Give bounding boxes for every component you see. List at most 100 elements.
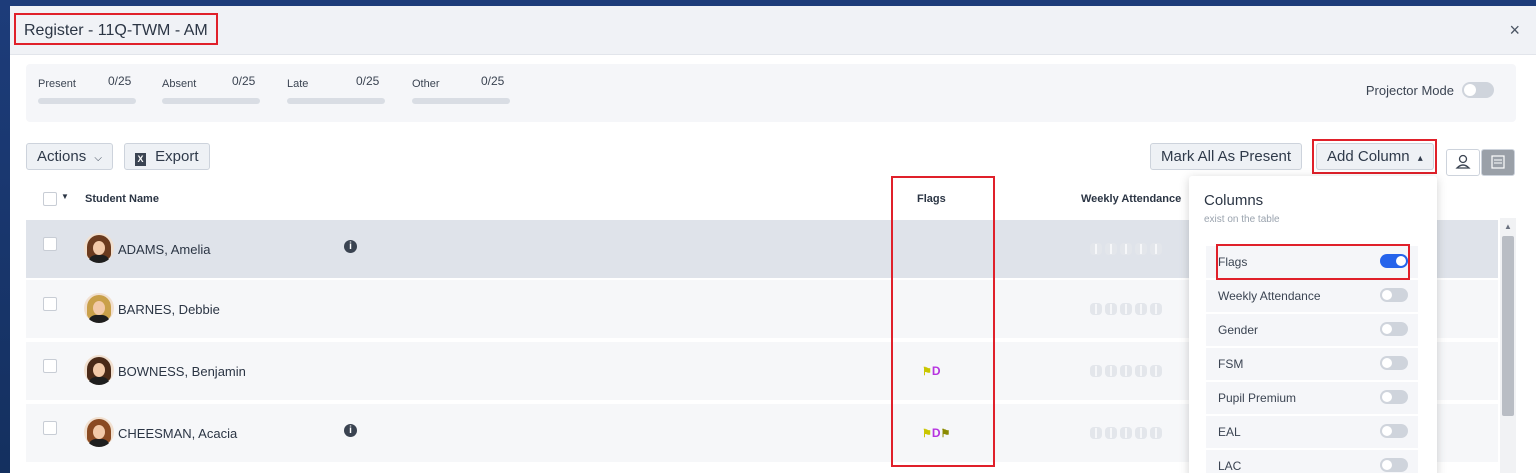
stat-value: 0/25	[356, 74, 380, 88]
background-frame: Register - 11Q-TWM - AM × Present 0/25 A…	[0, 0, 1536, 473]
attendance-session-mark	[1105, 365, 1117, 377]
column-toggle[interactable]	[1380, 458, 1408, 472]
column-option-label: FSM	[1218, 357, 1244, 371]
add-column-button[interactable]: Add Column ▴	[1316, 143, 1434, 170]
stat-label: Late	[287, 78, 309, 90]
attendance-session-mark	[1135, 427, 1147, 439]
column-option-label: EAL	[1218, 425, 1241, 439]
weekly-attendance-cell	[1090, 243, 1162, 255]
stat-progress-bar	[412, 98, 510, 104]
column-option[interactable]: Pupil Premium	[1206, 382, 1418, 416]
row-checkbox[interactable]	[43, 421, 57, 435]
attendance-session-mark	[1105, 427, 1117, 439]
column-toggle[interactable]	[1380, 390, 1408, 404]
projector-mode: Projector Mode	[1366, 82, 1494, 98]
column-toggle[interactable]	[1380, 288, 1408, 302]
close-icon[interactable]: ×	[1509, 20, 1520, 41]
export-button[interactable]: X Export	[124, 143, 210, 170]
column-toggle[interactable]	[1380, 322, 1408, 336]
stat-progress-bar	[287, 98, 385, 104]
attendance-session-mark	[1120, 365, 1132, 377]
info-icon[interactable]: i	[344, 424, 357, 437]
modal-title: Register - 11Q-TWM - AM	[14, 13, 218, 45]
chevron-down-icon: ⌵	[94, 153, 102, 164]
excel-icon: X	[135, 153, 146, 166]
row-checkbox[interactable]	[43, 359, 57, 373]
attendance-session-mark	[1090, 303, 1102, 315]
avatar-body	[88, 255, 110, 263]
attendance-session-mark	[1150, 427, 1162, 439]
scroll-up-icon[interactable]: ▲	[1504, 222, 1512, 231]
stat-value: 0/25	[481, 74, 505, 88]
columns-title: Columns	[1204, 192, 1264, 209]
column-option[interactable]: FSM	[1206, 348, 1418, 382]
avatar-face	[93, 241, 105, 255]
column-option-label: Gender	[1218, 323, 1259, 337]
column-toggle[interactable]	[1380, 356, 1408, 370]
attendance-session-mark	[1090, 427, 1102, 439]
stat-value: 0/25	[232, 74, 256, 88]
attendance-session-mark	[1090, 365, 1102, 377]
info-icon[interactable]: i	[344, 240, 357, 253]
column-option-label: Weekly Attendance	[1218, 289, 1321, 303]
attendance-session-mark	[1120, 427, 1132, 439]
flag-icon: ⚑	[940, 428, 951, 440]
column-option-label: LAC	[1218, 459, 1242, 473]
add-column-label: Add Column	[1327, 148, 1410, 165]
column-toggle[interactable]	[1380, 424, 1408, 438]
column-option-label: Flags	[1218, 255, 1248, 269]
attendance-session-mark	[1135, 243, 1147, 255]
mark-all-present-button[interactable]: Mark All As Present	[1150, 143, 1303, 170]
list-view-button[interactable]	[1481, 149, 1515, 176]
actions-label: Actions	[37, 148, 87, 165]
header-student-name[interactable]: Student Name	[85, 193, 159, 205]
column-option[interactable]: EAL	[1206, 416, 1418, 450]
projector-mode-toggle[interactable]	[1462, 82, 1494, 98]
avatar-body	[88, 315, 110, 323]
column-option[interactable]: LAC	[1206, 450, 1418, 473]
student-name[interactable]: CHEESMAN, Acacia	[118, 426, 237, 441]
actions-button[interactable]: Actions ⌵	[26, 143, 113, 170]
attendance-session-mark	[1120, 303, 1132, 315]
column-option[interactable]: Flags	[1206, 246, 1418, 280]
column-option[interactable]: Weekly Attendance	[1206, 280, 1418, 314]
columns-subtitle: exist on the table	[1204, 214, 1280, 225]
header-flags[interactable]: Flags	[917, 193, 946, 205]
scrollbar-thumb[interactable]	[1502, 236, 1514, 416]
attendance-session-mark	[1135, 303, 1147, 315]
stat-label: Other	[412, 78, 440, 90]
row-checkbox[interactable]	[43, 297, 57, 311]
attendance-session-mark	[1120, 243, 1132, 255]
student-name[interactable]: BARNES, Debbie	[118, 302, 220, 317]
stat-value: 0/25	[108, 74, 132, 88]
student-name[interactable]: BOWNESS, Benjamin	[118, 364, 246, 379]
attendance-session-mark	[1150, 243, 1162, 255]
export-label: Export	[155, 148, 199, 165]
avatar	[84, 293, 114, 323]
header-weekly-attendance[interactable]: Weekly Attendance	[1081, 193, 1181, 205]
list-view-icon	[1491, 155, 1505, 169]
person-view-button[interactable]	[1446, 149, 1480, 176]
select-all-checkbox[interactable]	[43, 192, 57, 206]
attendance-session-mark	[1105, 303, 1117, 315]
weekly-attendance-cell	[1090, 303, 1162, 315]
flags-cell: ⚑D⚑	[922, 426, 950, 440]
chevron-up-icon: ▴	[1417, 153, 1423, 164]
projector-mode-label: Projector Mode	[1365, 82, 1454, 98]
avatar-face	[93, 363, 105, 377]
student-name[interactable]: ADAMS, Amelia	[118, 242, 210, 257]
attendance-session-mark	[1150, 365, 1162, 377]
column-option[interactable]: Gender	[1206, 314, 1418, 348]
person-icon	[1455, 154, 1471, 169]
attendance-session-mark	[1090, 243, 1102, 255]
avatar-body	[88, 439, 110, 447]
avatar-face	[93, 425, 105, 439]
column-toggle[interactable]	[1380, 254, 1408, 268]
table-scrollbar[interactable]: ▲	[1500, 218, 1516, 473]
flag-icon: ⚑	[922, 366, 932, 378]
avatar-face	[93, 301, 105, 315]
avatar	[84, 355, 114, 385]
row-checkbox[interactable]	[43, 237, 57, 251]
select-all-caret-icon[interactable]: ▼	[61, 192, 69, 201]
stat-progress-bar	[162, 98, 260, 104]
